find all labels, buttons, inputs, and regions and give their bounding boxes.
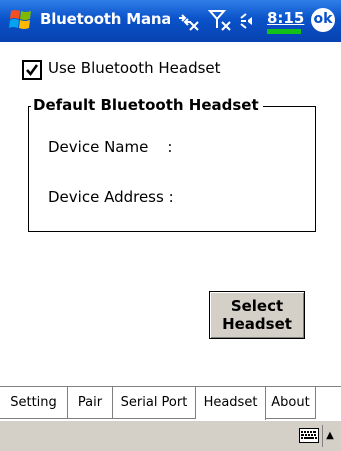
select-headset-line-1: Select [230, 297, 284, 315]
select-headset-line-2: Headset [222, 315, 292, 333]
keyboard-icon[interactable] [299, 428, 319, 443]
connectivity-icon[interactable] [176, 8, 200, 34]
windows-start-icon[interactable] [8, 7, 34, 33]
tab-setting[interactable]: Setting [0, 387, 68, 419]
tab-serial-port[interactable]: Serial Port [113, 387, 196, 419]
signal-off-icon[interactable] [208, 8, 232, 34]
select-headset-button[interactable]: Select Headset [209, 291, 305, 339]
use-headset-checkbox[interactable] [22, 60, 42, 80]
group-title: Default Bluetooth Headset [31, 96, 263, 114]
tab-pair[interactable]: Pair [68, 387, 113, 419]
speaker-icon[interactable] [238, 8, 264, 34]
checkmark-icon [26, 64, 39, 77]
battery-level-indicator [267, 29, 301, 34]
device-address-label: Device Address : [48, 188, 174, 206]
use-headset-label: Use Bluetooth Headset [48, 59, 221, 77]
menu-bar: ▲ [0, 420, 341, 451]
tab-about[interactable]: About [266, 387, 316, 419]
title-bar: Bluetooth Mana 8:15 ok [0, 0, 341, 42]
tab-headset[interactable]: Headset [196, 387, 266, 420]
ok-button[interactable]: ok [311, 8, 335, 32]
window-title: Bluetooth Mana [40, 10, 170, 28]
clock[interactable]: 8:15 [267, 9, 304, 27]
device-name-label: Device Name : [48, 138, 173, 156]
input-menu-arrow-icon[interactable]: ▲ [322, 425, 337, 447]
default-headset-group: Default Bluetooth Headset Device Name : … [28, 96, 316, 232]
